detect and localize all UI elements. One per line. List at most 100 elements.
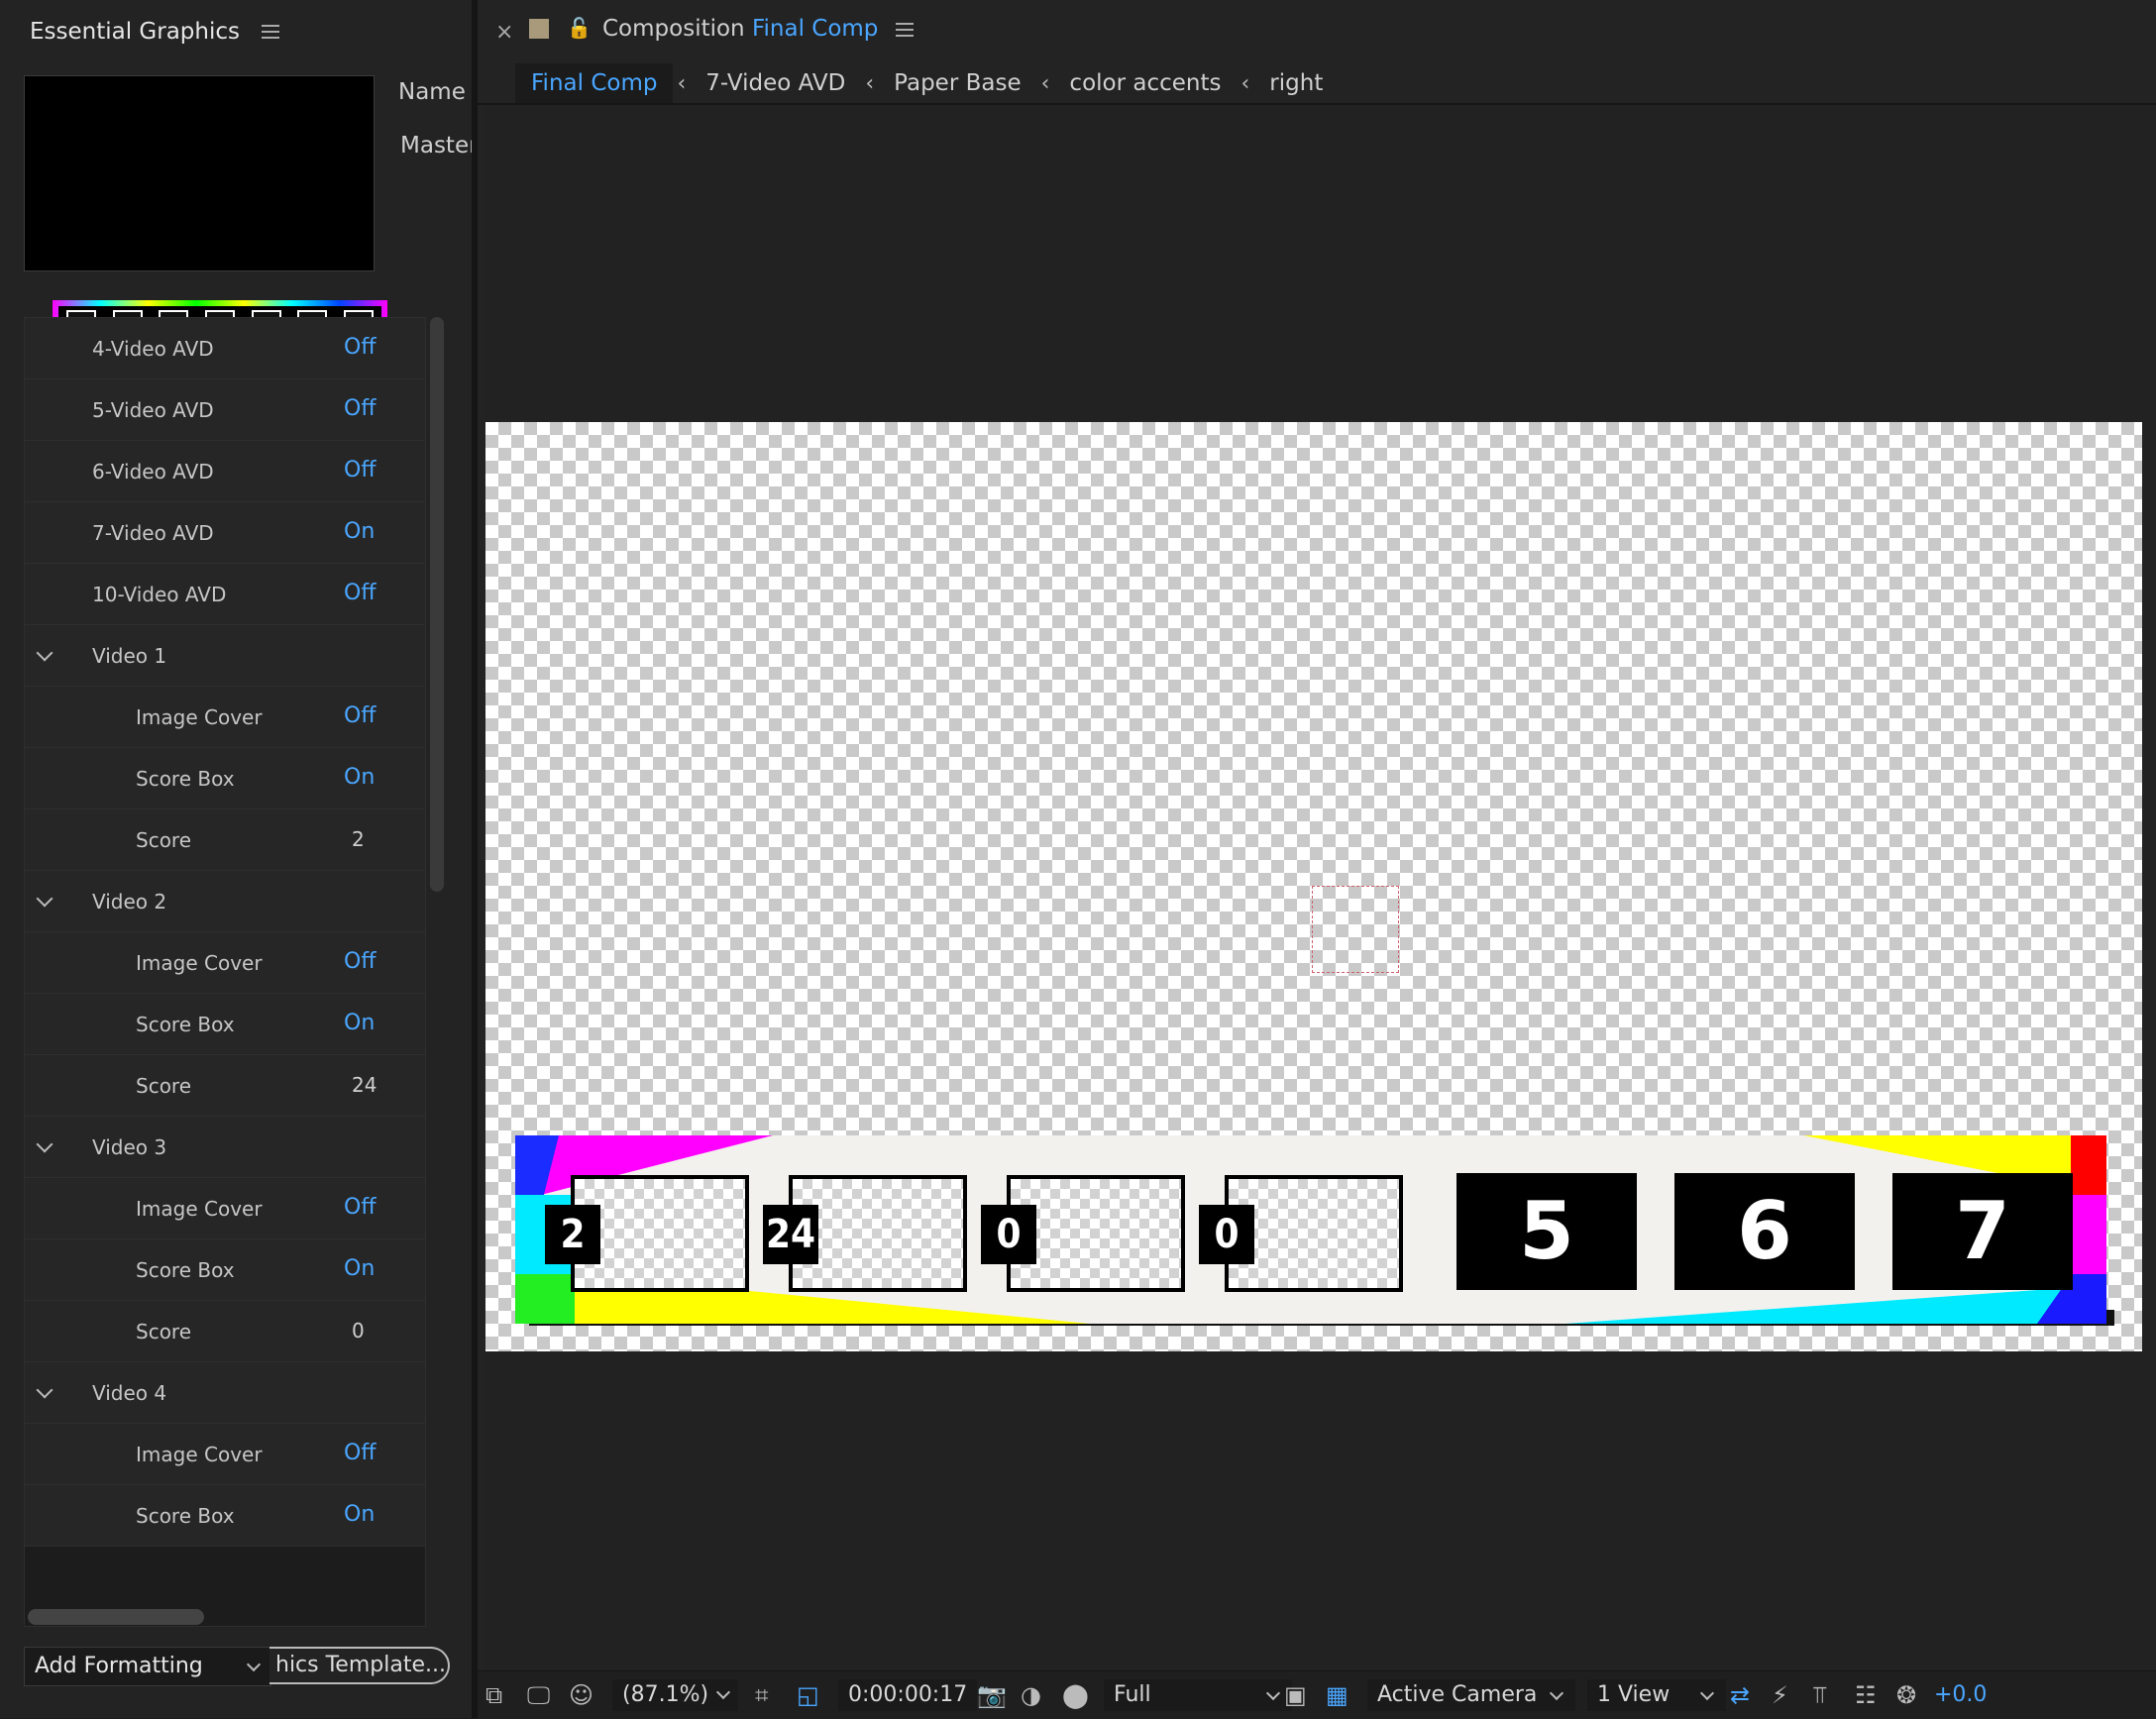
- property-row[interactable]: Image Cover Off: [25, 1424, 425, 1485]
- property-toggle[interactable]: On: [344, 1011, 375, 1035]
- breadcrumb-item[interactable]: Final Comp: [515, 63, 674, 103]
- transparency-grid-icon[interactable]: ▦: [1326, 1679, 1348, 1711]
- template-thumbnail: [24, 75, 387, 340]
- video-box-5[interactable]: 5: [1456, 1173, 1637, 1290]
- breadcrumb-item[interactable]: color accents: [1053, 63, 1237, 103]
- chevron-down-icon[interactable]: [36, 1381, 54, 1399]
- property-toggle[interactable]: On: [344, 1502, 375, 1527]
- breadcrumb-item[interactable]: right: [1253, 63, 1339, 103]
- chevron-down-icon[interactable]: [36, 644, 54, 662]
- region-of-interest-icon[interactable]: ▣: [1284, 1679, 1307, 1711]
- property-number[interactable]: 0: [352, 1319, 365, 1343]
- property-toggle[interactable]: On: [344, 1256, 375, 1281]
- chevron-left-icon: ‹: [865, 70, 875, 96]
- composition-title-prefix: Composition: [602, 16, 745, 42]
- property-row[interactable]: 7-Video AVD On: [25, 502, 425, 564]
- property-group-row[interactable]: Video 4: [25, 1362, 425, 1424]
- chevron-down-icon[interactable]: [36, 1135, 54, 1153]
- properties-list[interactable]: 4-Video AVD Off 5-Video AVD Off 6-Video AVD O…: [24, 317, 426, 1627]
- lock-icon[interactable]: 🔓: [567, 16, 592, 40]
- current-time-field[interactable]: 0:00:00:17: [838, 1679, 978, 1711]
- property-toggle[interactable]: Off: [344, 581, 376, 605]
- property-row[interactable]: Score Box On: [25, 748, 425, 809]
- property-row[interactable]: Score Box On: [25, 1485, 425, 1547]
- view-layout-dropdown[interactable]: 1 View: [1587, 1679, 1726, 1711]
- name-label: Name: [398, 79, 466, 105]
- label-color-swatch[interactable]: [529, 19, 549, 39]
- property-toggle[interactable]: Off: [344, 703, 376, 728]
- property-number[interactable]: 24: [352, 1073, 377, 1097]
- property-toggle[interactable]: On: [344, 765, 375, 790]
- master-label: Master: [400, 133, 479, 159]
- channel-icon[interactable]: ⬤: [1062, 1679, 1089, 1711]
- property-toggle[interactable]: Off: [344, 335, 376, 360]
- property-row[interactable]: Score Box On: [25, 1239, 425, 1301]
- zoom-value: (87.1%): [622, 1682, 709, 1707]
- property-row[interactable]: Score Box On: [25, 994, 425, 1055]
- panel-menu-icon[interactable]: [262, 25, 279, 39]
- property-row[interactable]: Image Cover Off: [25, 687, 425, 748]
- mask-icon[interactable]: ☺: [569, 1679, 593, 1711]
- panel-title: Essential Graphics: [30, 19, 240, 45]
- property-toggle[interactable]: Off: [344, 949, 376, 974]
- flowchart-icon[interactable]: ☷: [1855, 1679, 1877, 1711]
- property-row[interactable]: Score 24: [25, 1055, 425, 1117]
- property-row[interactable]: 4-Video AVD Off: [25, 318, 425, 379]
- snapshot-icon[interactable]: 📷: [977, 1679, 1007, 1711]
- property-row[interactable]: Image Cover Off: [25, 1178, 425, 1239]
- property-row[interactable]: 10-Video AVD Off: [25, 564, 425, 625]
- video-box-6[interactable]: 6: [1674, 1173, 1855, 1290]
- property-label: 5-Video AVD: [92, 398, 214, 422]
- property-number[interactable]: 2: [352, 827, 365, 851]
- property-row[interactable]: Score 2: [25, 809, 425, 871]
- always-preview-icon[interactable]: ⧉: [485, 1679, 502, 1711]
- composition-canvas[interactable]: 2 24 0 0 5 6 7: [485, 422, 2142, 1351]
- add-formatting-dropdown[interactable]: Add Formatting: [24, 1647, 271, 1686]
- breadcrumb-item[interactable]: 7-Video AVD: [690, 63, 861, 103]
- property-toggle[interactable]: On: [344, 519, 375, 544]
- score-box-4: 0: [1199, 1205, 1254, 1264]
- property-toggle[interactable]: Off: [344, 458, 376, 483]
- property-group-row[interactable]: Video 3: [25, 1117, 425, 1178]
- breadcrumb-item[interactable]: Paper Base: [878, 63, 1036, 103]
- composition-viewer[interactable]: 2 24 0 0 5 6 7: [485, 105, 2156, 1670]
- reset-exposure-icon[interactable]: ❂: [1896, 1679, 1916, 1711]
- properties-scrollbar[interactable]: [430, 317, 444, 892]
- property-row[interactable]: 6-Video AVD Off: [25, 441, 425, 502]
- property-toggle[interactable]: Off: [344, 396, 376, 421]
- properties-horizontal-scrollbar[interactable]: [28, 1609, 204, 1625]
- property-group-row[interactable]: Video 1: [25, 625, 425, 687]
- monitor-icon[interactable]: 🖵: [527, 1679, 550, 1711]
- magnification-dropdown[interactable]: (87.1%): [612, 1679, 739, 1711]
- video-box-7[interactable]: 7: [1892, 1173, 2073, 1290]
- property-row[interactable]: 5-Video AVD Off: [25, 379, 425, 441]
- property-row[interactable]: Image Cover Off: [25, 932, 425, 994]
- chevron-down-icon: [715, 1684, 731, 1700]
- anchor-point-marker[interactable]: [1312, 886, 1399, 973]
- property-row[interactable]: Score 0: [25, 1301, 425, 1362]
- close-icon[interactable]: ×: [495, 20, 513, 45]
- property-toggle[interactable]: Off: [344, 1195, 376, 1220]
- exposure-value[interactable]: +0.0: [1934, 1679, 1987, 1711]
- chevron-down-icon[interactable]: [36, 890, 54, 908]
- property-toggle[interactable]: Off: [344, 1441, 376, 1465]
- export-motion-graphics-template-button[interactable]: hics Template...: [270, 1647, 450, 1684]
- score-box-2: 24: [763, 1205, 818, 1264]
- camera-dropdown[interactable]: Active Camera: [1367, 1679, 1575, 1711]
- chevron-down-icon: [1699, 1685, 1715, 1701]
- toggle-pixel-aspect-icon[interactable]: ⇄: [1730, 1679, 1750, 1711]
- views-value: 1 View: [1597, 1682, 1671, 1707]
- show-snapshot-icon[interactable]: ◑: [1021, 1679, 1041, 1711]
- timeline-icon[interactable]: ⫪: [1813, 1679, 1827, 1711]
- fast-previews-icon[interactable]: ⚡: [1772, 1679, 1788, 1711]
- grid-guide-icon[interactable]: ⌗: [755, 1679, 769, 1711]
- composition-menu-icon[interactable]: [895, 22, 914, 37]
- property-group-row[interactable]: Video 2: [25, 871, 425, 932]
- scoreboard-band[interactable]: 2 24 0 0 5 6 7: [515, 1135, 2106, 1324]
- magenta-right-accent: [2071, 1195, 2106, 1274]
- resolution-dropdown[interactable]: Full: [1104, 1679, 1292, 1711]
- property-label: 4-Video AVD: [92, 337, 214, 361]
- chevron-down-icon: [1549, 1685, 1564, 1701]
- mask-path-icon[interactable]: ◱: [797, 1679, 819, 1711]
- viewer-toolbar: ⧉ 🖵 ☺ (87.1%) ⌗ ◱ 0:00:00:17 📷 ◑ ⬤ Full …: [478, 1670, 2156, 1719]
